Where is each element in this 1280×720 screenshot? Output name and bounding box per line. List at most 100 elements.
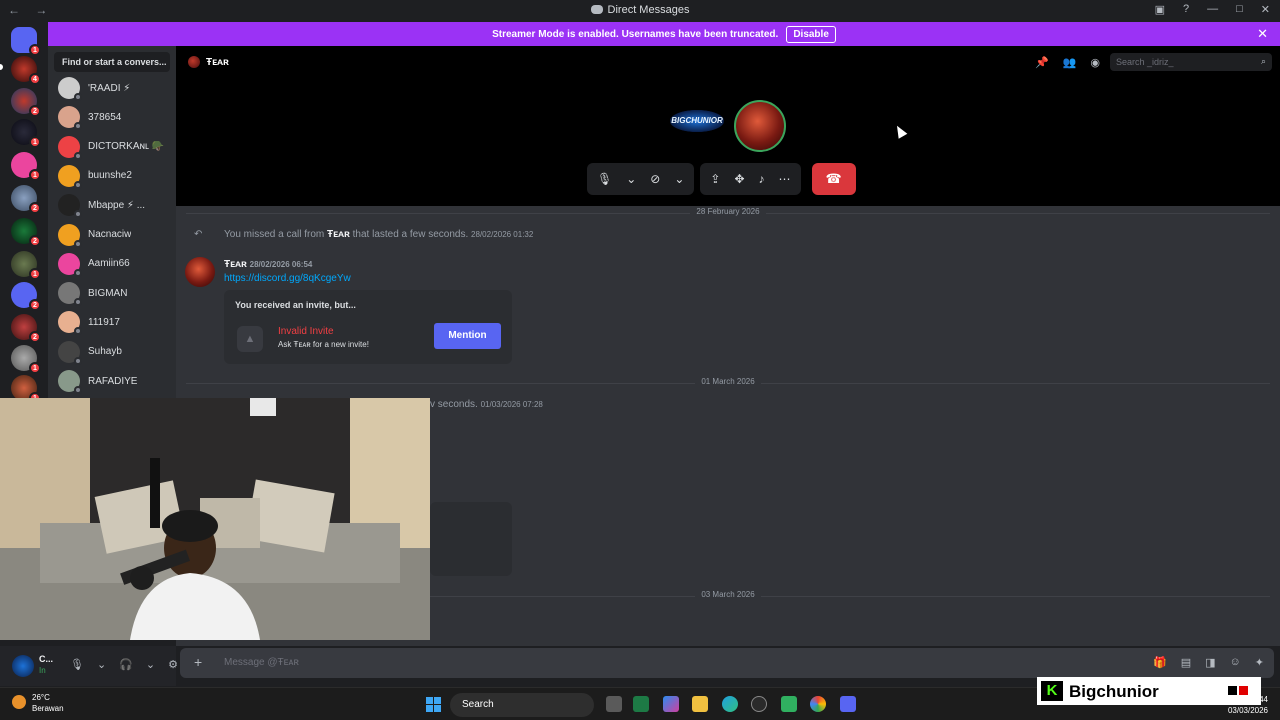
minimize-button[interactable]: — [1207, 3, 1218, 16]
status-indicator [74, 122, 82, 131]
dm-list-item[interactable]: buunshe2 [58, 164, 176, 189]
headphones-icon[interactable]: 🎧 [119, 658, 133, 671]
dm-avatar [58, 370, 82, 394]
message-avatar[interactable] [185, 257, 215, 287]
server-icon[interactable]: 1 [11, 345, 41, 374]
gif-icon[interactable]: ▤ [1181, 656, 1191, 669]
close-icon[interactable]: ✕ [1257, 26, 1268, 42]
attach-plus-icon[interactable]: + [194, 654, 202, 670]
dm-name: Mbappe ⚡ ... [88, 199, 146, 211]
clock-date: 03/03/2026 [1227, 706, 1268, 715]
user-avatar[interactable] [12, 655, 34, 677]
settings-gear-icon[interactable]: ⚙ [168, 658, 178, 671]
m365-icon[interactable] [663, 696, 679, 712]
invalid-invite-title: Invalid Invite [278, 326, 334, 337]
dm-name: DICTORKAɴʟ 🪖 [88, 141, 165, 153]
chevron-down-icon[interactable]: ⌄ [97, 658, 106, 671]
profile-icon[interactable]: ◉ [1090, 56, 1100, 69]
streamer-name-overlay: K Bigchunior [1037, 677, 1261, 705]
server-icon[interactable]: 1 [11, 119, 41, 148]
activity-group: ⇪ ✥ ♪ ⋯ [700, 163, 801, 195]
server-icon[interactable]: 2 [11, 314, 41, 343]
activities-icon[interactable]: ✥ [734, 172, 744, 186]
dm-list-item[interactable]: Mbappe ⚡ ... [58, 193, 176, 219]
whatsapp-icon[interactable] [781, 696, 797, 712]
more-options-icon[interactable]: ⋯ [779, 172, 791, 186]
edge-icon[interactable] [722, 696, 738, 712]
server-icon[interactable]: 2 [11, 88, 41, 117]
windows-start-icon[interactable] [426, 697, 441, 712]
status-indicator [74, 268, 82, 277]
dm-home-button[interactable]: 1 [11, 27, 41, 56]
chrome-icon[interactable] [810, 696, 826, 712]
timestamp: 28/02/2026 01:32 [471, 230, 534, 239]
taskbar-search[interactable]: Search [450, 693, 594, 717]
dm-list-item[interactable]: DICTORKAɴʟ 🪖 [58, 135, 176, 160]
app-icon[interactable] [751, 696, 767, 712]
search-icon: ⌕ [1260, 56, 1266, 66]
status-indicator [74, 239, 82, 248]
server-icon[interactable]: 2 [11, 185, 41, 214]
date-divider: 28 February 2026 [176, 207, 1280, 219]
sticker-icon[interactable]: ◨ [1205, 656, 1215, 669]
camera-off-icon[interactable]: ⊘ [650, 172, 660, 186]
dm-avatar [58, 311, 82, 336]
dm-avatar [58, 135, 82, 160]
help-icon[interactable]: ? [1183, 3, 1189, 16]
dm-list-item[interactable]: Aamiin66 [58, 252, 176, 277]
invalid-invite-icon: ▲ [237, 326, 263, 352]
microphone-icon[interactable]: 🎙 [597, 172, 612, 186]
dm-list-item[interactable]: BIGMAN [58, 281, 176, 307]
chevron-down-icon[interactable]: ⌄ [674, 172, 684, 186]
find-conversation-input[interactable]: Find or start a convers... [54, 52, 170, 72]
server-icon[interactable]: 1 [11, 152, 41, 181]
weather-widget[interactable]: 26°C Berawan [12, 692, 64, 714]
task-view-icon[interactable] [606, 696, 622, 712]
dm-list-item[interactable]: RAFADIYE [58, 369, 176, 394]
caller-avatar-bigchunior[interactable]: BIGCHUNIOR [670, 110, 724, 132]
dm-name: RAFADIYE [88, 375, 138, 387]
search-input[interactable]: Search _idriz_ ⌕ [1110, 53, 1272, 71]
user-controls: 🎙 ⌄ 🎧 ⌄ ⚙ [70, 658, 178, 671]
message-input[interactable]: Message @Ŧᴇᴀʀ [224, 657, 299, 668]
gift-icon[interactable]: 🎁 [1153, 656, 1167, 669]
invite-link[interactable]: https://discord.gg/8qKcgeYw [224, 273, 351, 284]
dm-avatar [58, 164, 82, 189]
close-window-button[interactable]: ✕ [1261, 3, 1270, 16]
mic-camera-group: 🎙 ⌄ ⊘ ⌄ [587, 163, 695, 195]
dm-list-item[interactable]: Suhayb [58, 340, 176, 365]
message-author[interactable]: Ŧᴇᴀʀ 28/02/2026 06:54 [224, 259, 312, 270]
timestamp: 28/02/2026 06:54 [249, 260, 313, 269]
author-name[interactable]: Ŧᴇᴀʀ [224, 259, 247, 270]
inbox-icon[interactable]: ▣ [1155, 3, 1165, 16]
file-explorer-icon[interactable] [692, 696, 708, 712]
dm-list-item[interactable]: 111917 [58, 310, 176, 336]
caller-avatar-fear[interactable] [734, 100, 786, 152]
soundboard-icon[interactable]: ♪ [759, 172, 765, 186]
dm-list-item[interactable]: Nacnaciw [58, 223, 176, 248]
server-icon[interactable]: 1 [11, 251, 41, 280]
server-icon[interactable]: 2 [11, 282, 41, 311]
microphone-icon[interactable]: 🎙 [70, 658, 84, 671]
add-friends-icon[interactable]: 👥 [1063, 56, 1077, 69]
unread-pill [0, 64, 3, 70]
missed-call-user[interactable]: Ŧᴇᴀʀ [327, 229, 350, 240]
discord-taskbar-icon[interactable] [840, 696, 856, 712]
disable-streamer-mode-button[interactable]: Disable [786, 25, 836, 43]
apps-icon[interactable]: ✦ [1255, 656, 1264, 669]
dm-list-item[interactable]: 'RAADI ⚡ [58, 76, 176, 101]
server-icon[interactable]: 4 [11, 56, 41, 85]
missed-call-message-partial: v seconds. 01/03/2026 07:28 [430, 399, 543, 410]
screen-share-icon[interactable]: ⇪ [710, 172, 720, 186]
server-icon[interactable]: 2 [11, 218, 41, 247]
maximize-button[interactable]: □ [1236, 3, 1243, 16]
excel-icon[interactable] [633, 696, 649, 712]
chevron-down-icon[interactable]: ⌄ [626, 172, 636, 186]
message-composer[interactable]: + Message @Ŧᴇᴀʀ 🎁 ▤ ◨ ☺ ✦ [180, 648, 1274, 678]
mention-button[interactable]: Mention [434, 323, 501, 349]
dm-list-item[interactable]: 378654 [58, 105, 176, 131]
emoji-icon[interactable]: ☺ [1230, 656, 1241, 669]
chevron-down-icon[interactable]: ⌄ [146, 658, 155, 671]
pin-icon[interactable]: 📌 [1035, 56, 1049, 69]
disconnect-button[interactable]: ☎ [811, 163, 856, 195]
